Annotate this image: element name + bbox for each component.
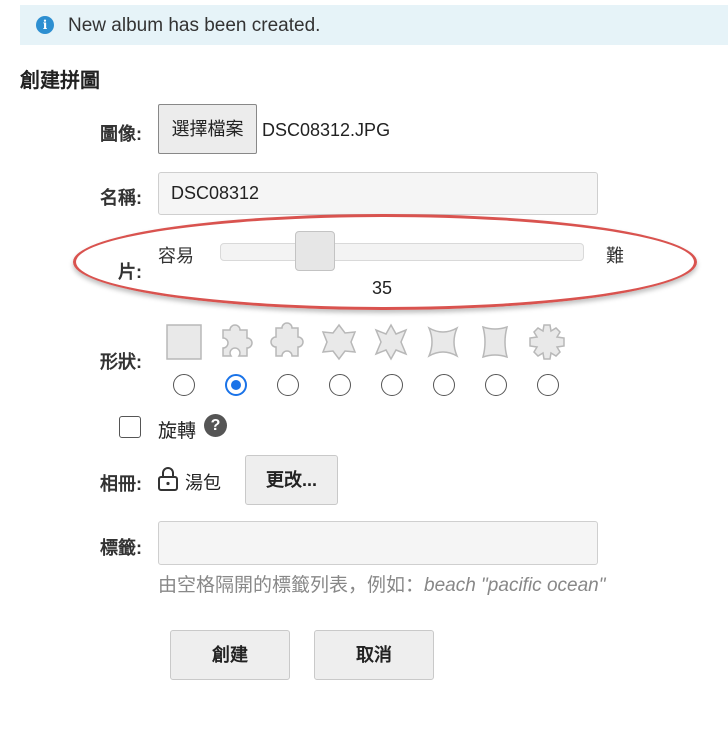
lock-icon [158,467,178,491]
info-icon: i [36,16,54,34]
curved-piece-icon[interactable] [423,322,463,362]
image-label: 圖像: [100,124,142,144]
album-name: 湯包 [185,473,221,493]
shape-radio-gear[interactable] [537,374,559,396]
shape-radio-jigsaw[interactable] [225,374,247,396]
tags-label: 標籤: [100,538,142,558]
pieces-label: 片: [118,262,142,282]
create-button[interactable]: 創建 [170,630,290,680]
album-label: 相冊: [100,474,142,494]
jigsaw-piece-icon[interactable] [215,322,255,362]
rotate-label: 旋轉 [158,421,197,442]
shape-radio-jigsaw-vertical[interactable] [277,374,299,396]
star-piece-alt-icon[interactable] [371,322,411,362]
pieces-value: 35 [371,278,393,298]
change-album-button[interactable]: 更改... [245,455,338,505]
shape-radio-star-alt[interactable] [381,374,403,396]
square-piece-icon[interactable] [164,322,204,362]
notice-message: New album has been created. [68,15,321,36]
gear-piece-icon[interactable] [527,322,567,362]
shape-radio-curved[interactable] [433,374,455,396]
pieces-slider-thumb[interactable] [294,231,335,271]
shape-label: 形狀: [100,352,142,372]
tags-hint-example: beach "pacific ocean" [424,575,606,596]
tags-hint-text: 由空格隔開的標籤列表，例如： [158,575,425,596]
rotate-checkbox[interactable] [119,416,141,438]
help-icon[interactable]: ? [204,414,227,437]
tags-input[interactable] [158,521,598,565]
choose-file-button[interactable]: 選擇檔案 [158,104,257,154]
shape-radio-wavy[interactable] [485,374,507,396]
file-name: DSC08312.JPG [262,120,391,140]
cancel-button[interactable]: 取消 [314,630,434,680]
slider-max-label: 難 [606,246,624,266]
shape-radio-star[interactable] [329,374,351,396]
slider-min-label: 容易 [158,246,194,266]
tags-hint: 由空格隔開的標籤列表，例如：beach "pacific ocean" [158,570,605,597]
shape-radio-square[interactable] [173,374,195,396]
star-piece-icon[interactable] [319,322,359,362]
jigsaw-piece-vertical-icon[interactable] [267,322,307,362]
name-label: 名稱: [100,188,142,208]
page-title: 創建拼圖 [20,70,100,92]
pieces-slider-track[interactable] [220,243,584,261]
name-input[interactable] [158,172,598,215]
notice-banner: i New album has been created. [20,5,728,45]
wavy-piece-icon[interactable] [475,322,515,362]
